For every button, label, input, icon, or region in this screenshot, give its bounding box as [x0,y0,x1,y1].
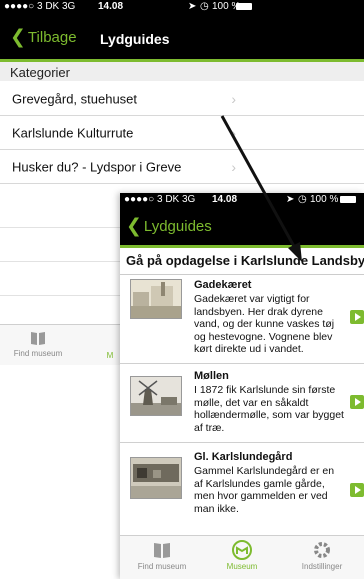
chevron-right-icon: › [231,158,236,175]
list-item[interactable]: Karlslunde Kulturrute › [0,116,364,150]
tab-find-museum[interactable]: Find museum [122,540,202,571]
tab-bar: Find museum M [0,324,120,365]
chevron-left-icon: ❮ [126,216,142,237]
section-header: Kategorier [0,62,364,81]
back-button[interactable]: ❮ Lydguides [126,217,212,236]
back-button-label: Lydguides [143,218,212,235]
carrier-label: ●●●●○ 3 DK 3G [124,194,196,205]
chevron-left-icon: ❮ [10,27,26,48]
thumbnail-image [130,457,182,499]
item-description: I 1872 fik Karlslunde sin første mølle, … [194,384,344,434]
clock: 14.08 [98,1,124,12]
list-item[interactable]: Husker du? - Lydspor i Greve › [0,150,364,184]
thumbnail-image [130,376,182,416]
location-icon: ➤ [188,1,197,12]
book-icon [31,332,45,345]
item-title: Møllen [194,370,229,382]
list-item[interactable]: Grevegård, stuehuset › [0,82,364,116]
section-header-label: Kategorier [10,65,70,80]
list-item[interactable]: Møllen I 1872 fik Karlslunde sin første … [120,364,364,443]
alarm-icon: ◷ [298,194,307,205]
tab-museum[interactable]: M [100,351,120,360]
list-item-label: Karlslunde Kulturrute [12,125,134,140]
thumbnail-image [130,279,182,319]
status-bar: ●●●●○ 3 DK 3G 14.08 ➤ ◷ 100 % [120,193,364,207]
tab-label: M [106,351,114,360]
play-icon[interactable] [350,310,364,324]
back-button[interactable]: ❮ Tilbage [10,28,77,47]
list-item-label: Grevegård, stuehuset [12,91,138,106]
museum-icon [232,540,252,560]
tab-label: Find museum [137,562,187,571]
accent-divider [120,245,364,248]
clock: 14.08 [212,194,238,205]
tab-settings[interactable]: Indstillinger [282,540,362,571]
status-bar: ●●●●○ 3 DK 3G 14.08 ➤ ◷ 100 % [0,0,364,14]
tab-museum[interactable]: Museum [202,540,282,571]
list-item-label: Husker du? - Lydspor i Greve [12,159,182,174]
battery-icon [340,196,356,203]
back-button-label: Tilbage [27,29,77,46]
book-icon [154,543,170,558]
divider [0,260,120,262]
item-title: Gl. Karlslundegård [194,451,293,463]
section-header: Gå på opdagelse i Karlslunde Landsby [120,249,364,275]
item-description: Gammel Karlslundegård er en af Karlslund… [194,465,335,515]
battery-label: 100 % [310,194,339,205]
tab-label: Museum [226,562,258,571]
front-screen: ●●●●○ 3 DK 3G 14.08 ➤ ◷ 100 % ❮ Lydguide… [120,193,364,579]
tab-label: Find museum [13,349,63,358]
tab-bar: Find museum Museum Indstillinger [120,535,364,579]
carrier-label: ●●●●○ 3 DK 3G [4,1,76,12]
play-icon[interactable] [350,483,364,497]
divider [0,226,120,228]
item-description: Gadekæret var vigtigt for landsbyen. Her… [194,293,335,355]
location-icon: ➤ [286,194,295,205]
tab-label: Indstillinger [301,562,343,571]
alarm-icon: ◷ [200,1,209,12]
gear-icon [314,542,330,558]
chevron-right-icon: › [231,90,236,107]
item-title: Gadekæret [194,279,252,291]
divider [0,294,120,296]
section-header-label: Gå på opdagelse i Karlslunde Landsby [126,253,364,268]
battery-icon [236,3,252,10]
list-item[interactable]: Gadekæret Gadekæret var vigtigt for land… [120,275,364,364]
chevron-right-icon: › [231,124,236,141]
nav-bar: ❮ Tilbage Lydguides [0,14,364,59]
nav-bar: ❮ Lydguides [120,207,364,245]
tab-find-museum[interactable]: Find museum [10,329,66,358]
list-item[interactable]: Gl. Karlslundegård Gammel Karlslundegård… [120,443,364,537]
page-title: Lydguides [100,31,170,47]
play-icon[interactable] [350,395,364,409]
